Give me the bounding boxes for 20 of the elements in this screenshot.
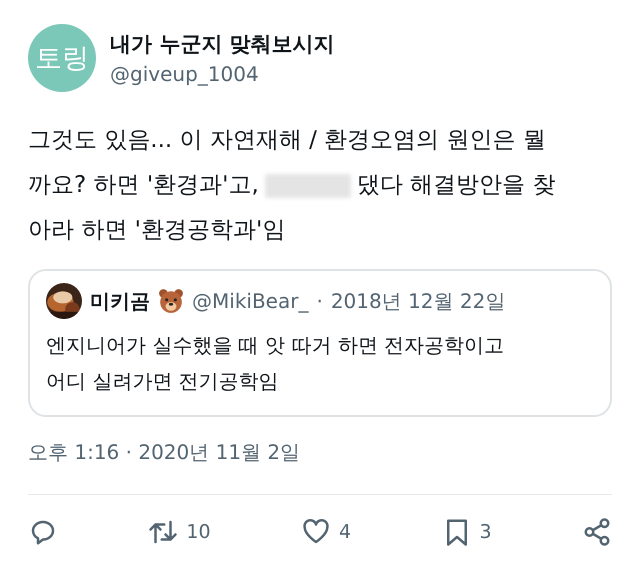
user-handle[interactable]: @giveup_1004 [110,62,335,86]
like-button[interactable]: 4 [301,517,352,547]
share-button[interactable] [582,517,612,547]
post-text: 까요? 하면 '환경과'고, [28,171,259,200]
quoted-post-text: 엔지니어가 실수했을 때 앗 따거 하면 전자공학이고 [46,332,504,359]
post-timestamp[interactable]: 오후 1:16 · 2020년 11월 2일 [28,439,612,466]
post-text: 아라 하면 '환경공학과'임 [28,216,286,245]
quoted-post-text: 어디 실려가면 전기공학임 [46,368,279,395]
quoted-post-card[interactable]: 미키곰 @MikiBear_ · 2018년 12월 22일 엔지니어가 실수했을 때 앗 따거 하면 전자공학이고 어디 실려가면 전기공학임 [28,269,612,417]
post-text: 댔다 해결방안을 찾 [356,171,556,200]
separator-dot: · [316,289,323,313]
repost-button[interactable]: 10 [148,517,211,547]
quoted-display-name: 미키곰 [90,288,150,314]
share-icon [582,517,612,547]
quoted-date: 2018년 12월 22일 [330,288,506,314]
bookmark-button[interactable]: 3 [442,517,492,547]
display-name[interactable]: 내가 누군지 맞춰보시지 [110,30,335,58]
post-text: 그것도 있음... 이 자연재해 / 환경오염의 원인은 뭘 [28,126,546,155]
quoted-handle: @MikiBear_ [192,289,308,313]
bear-face-icon [158,288,184,314]
